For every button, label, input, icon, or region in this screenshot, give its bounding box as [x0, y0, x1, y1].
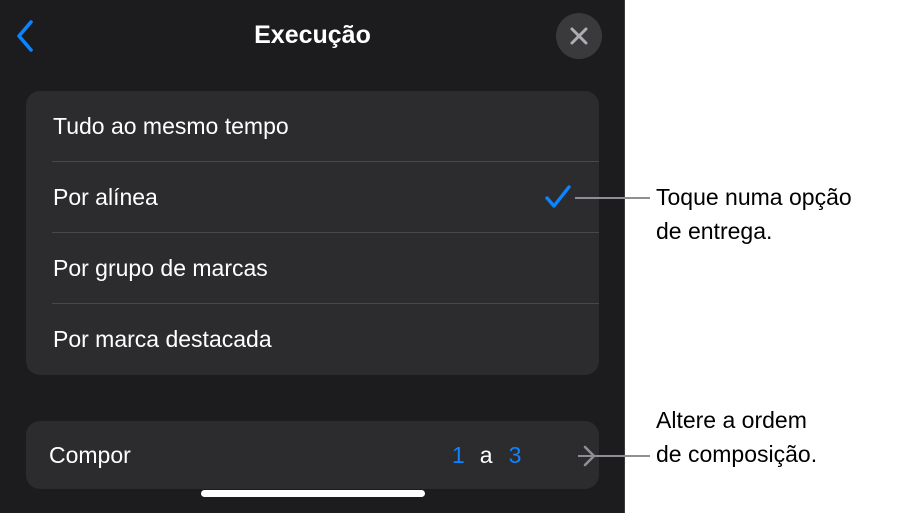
close-button[interactable] — [556, 13, 602, 59]
option-by-highlighted-bullet[interactable]: Por marca destacada — [26, 304, 599, 375]
build-range: 1 a 3 — [452, 421, 521, 489]
callout-line-delivery — [575, 197, 650, 199]
option-label: Tudo ao mesmo tempo — [53, 113, 289, 139]
build-delivery-panel: Execução Tudo ao mesmo tempo Por alínea — [0, 0, 625, 513]
callout-delivery: Toque numa opção de entrega. — [656, 180, 852, 248]
checkmark-icon — [544, 184, 572, 215]
build-order-row[interactable]: Compor 1 a 3 — [26, 421, 599, 489]
home-indicator — [201, 490, 425, 497]
build-label: Compor — [49, 441, 131, 468]
option-all-at-once[interactable]: Tudo ao mesmo tempo — [26, 91, 599, 162]
option-by-bullet[interactable]: Por alínea — [26, 162, 599, 233]
callout-order: Altere a ordem de composição. — [656, 403, 817, 471]
illustration-canvas: Execução Tudo ao mesmo tempo Por alínea — [0, 0, 913, 513]
build-to-value: 3 — [508, 441, 522, 468]
option-label: Por grupo de marcas — [53, 255, 268, 281]
option-label: Por marca destacada — [53, 326, 272, 352]
callout-line-order — [578, 455, 650, 457]
delivery-options-list: Tudo ao mesmo tempo Por alínea Por grupo… — [26, 91, 599, 375]
build-from-value: 1 — [452, 441, 465, 468]
callout-delivery-line-2: de entrega. — [656, 218, 773, 244]
close-icon — [570, 27, 588, 45]
build-range-separator: a — [479, 441, 493, 468]
option-label: Por alínea — [53, 184, 158, 210]
callout-order-line-1: Altere a ordem — [656, 407, 807, 433]
chevron-right-icon — [582, 445, 596, 472]
option-by-bullet-group[interactable]: Por grupo de marcas — [26, 233, 599, 304]
callout-order-line-2: de composição. — [656, 441, 818, 467]
callout-delivery-line-1: Toque numa opção — [656, 184, 852, 210]
page-title: Execução — [254, 21, 371, 49]
